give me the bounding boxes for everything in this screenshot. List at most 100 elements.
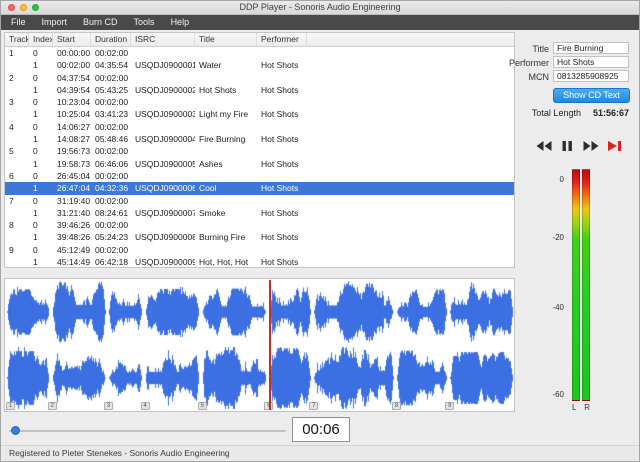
menu-item-import[interactable]: Import [34,15,76,30]
cell-duration: 00:02:00 [95,195,129,206]
position-slider-track[interactable] [9,430,286,432]
position-slider-knob[interactable] [11,426,20,435]
close-button[interactable] [8,4,15,11]
cell-title [195,121,257,133]
table-row[interactable]: 1 10:25:04 03:41:23 USQDJ0900003 Light my Fi… [5,108,514,120]
column-header-isrc[interactable]: ISRC [131,33,195,46]
cell-isrc [131,72,195,84]
track-marker: 2 [47,402,57,410]
meter-scale-20: -20 [552,233,564,242]
cell-start: 14:08:27 [57,134,91,145]
cell-performer: Hot Shots [261,134,299,145]
cell-title: Ashes [199,158,223,169]
cell-track [5,231,29,243]
minimize-button[interactable] [20,4,27,11]
rewind-button[interactable] [535,139,553,153]
cell-title [195,244,257,256]
cell-title: Hot, Hot, Hot [199,257,249,268]
cell-filler [307,84,514,96]
menu-item-tools[interactable]: Tools [126,15,163,30]
cell-index: 0 [33,48,38,58]
cell-isrc [131,170,195,182]
fast-forward-button[interactable] [582,139,600,153]
cell-index: 1 [33,84,38,95]
playhead[interactable] [269,280,271,410]
cell-title [195,219,257,231]
track-marker: 7 [309,402,319,410]
table-row[interactable]: 5 0 19:56:73 00:02:00 [5,145,514,157]
table-row[interactable]: 1 14:08:27 05:48:46 USQDJ0900004 Fire Burnin… [5,133,514,145]
cell-duration: 00:02:00 [95,244,129,255]
mcn-field[interactable]: 0813285908925 [553,70,629,82]
performer-field[interactable]: Hot Shots [553,56,629,68]
meter-scale: 0 -20 -40 -60 [545,169,567,401]
table-row[interactable]: 1 04:39:54 05:43:25 USQDJ0900002 Hot Shots Ho… [5,84,514,96]
table-row[interactable]: 1 31:21:40 08:24:61 USQDJ0900007 Smoke Hot Sh… [5,207,514,219]
cell-performer [257,244,307,256]
cell-isrc: USQDJ0900007 [135,207,195,218]
table-row[interactable]: 1 00:02:00 04:35:54 USQDJ0900001 Water Hot Sh… [5,59,514,71]
zoom-button[interactable] [32,4,39,11]
cell-performer [257,170,307,182]
table-row[interactable]: 1 0 00:00:00 00:02:00 [5,47,514,59]
cell-index: 0 [33,121,38,132]
level-meter-right [582,169,590,401]
column-header-track[interactable]: Track [5,33,29,46]
column-header-title[interactable]: Title [195,33,257,46]
cell-index: 0 [33,244,38,255]
title-field[interactable]: Fire Burning [553,42,629,54]
waveform-canvas[interactable] [5,279,514,411]
cell-duration: 00:02:00 [95,97,129,108]
cell-start: 45:12:49 [57,244,91,255]
column-header-performer[interactable]: Performer [257,33,307,46]
table-row[interactable]: 1 39:48:26 05:24:23 USQDJ0900008 Burning Fir… [5,231,514,243]
cell-duration: 03:41:23 [95,109,129,120]
table-row[interactable]: 4 0 14:06:27 00:02:00 [5,121,514,133]
table-row[interactable]: 1 45:14:49 06:42:18 USQDJ0900009 Hot, Hot, H… [5,256,514,268]
menu-item-file[interactable]: File [3,15,34,30]
level-meter-left [572,169,580,401]
show-cd-text-button[interactable]: Show CD Text [553,88,630,103]
column-header-duration[interactable]: Duration [91,33,131,46]
column-header-index[interactable]: Index [29,33,53,46]
cell-index: 0 [33,170,38,181]
titlebar: DDP Player - Sonoris Audio Engineering [1,1,639,15]
table-row[interactable]: 8 0 39:46:26 00:02:00 [5,219,514,231]
cell-title: Burning Fire [199,232,246,243]
skip-end-button[interactable] [605,139,623,153]
total-length-label: Total Length [531,108,581,118]
cell-index: 0 [33,72,38,83]
cell-filler [307,96,514,108]
cell-index: 1 [33,158,38,169]
table-row[interactable]: 1 19:58:73 06:46:06 USQDJ0900005 Ashes Hot Sh… [5,158,514,170]
cell-start: 14:06:27 [57,121,91,132]
cell-title: Smoke [199,207,226,218]
cell-performer: Hot Shots [261,84,299,95]
menu-item-burn-cd[interactable]: Burn CD [75,15,126,30]
skip-end-icon [607,141,621,151]
table-row[interactable]: 3 0 10:23:04 00:02:00 [5,96,514,108]
waveform-panel: 123456789 [4,278,515,412]
cell-index: 0 [33,195,38,206]
cell-performer: Hot Shots [261,158,299,169]
cell-duration: 00:02:00 [95,170,129,181]
table-row[interactable]: 9 0 45:12:49 00:02:00 [5,244,514,256]
cell-start: 45:14:49 [57,257,91,268]
column-header-start[interactable]: Start [53,33,91,46]
cell-performer: Hot Shots [261,109,299,120]
table-row[interactable]: 6 0 26:45:04 00:02:00 [5,170,514,182]
table-row[interactable]: 2 0 04:37:54 00:02:00 [5,72,514,84]
cell-index: 1 [33,134,38,145]
table-row[interactable]: 1 26:47:04 04:32:36 USQDJ0900006 Cool Hot Sho… [5,182,514,195]
cell-title [195,170,257,182]
table-row[interactable]: 7 0 31:19:40 00:02:00 [5,195,514,207]
track-marker: 3 [104,402,114,410]
pause-button[interactable] [558,139,576,153]
cell-index: 1 [33,60,38,71]
cell-filler [307,170,514,182]
cell-title: Fire Burning [199,134,246,145]
pause-icon [562,141,573,151]
cell-filler [307,182,514,194]
cell-filler [307,231,514,243]
menu-item-help[interactable]: Help [163,15,198,30]
